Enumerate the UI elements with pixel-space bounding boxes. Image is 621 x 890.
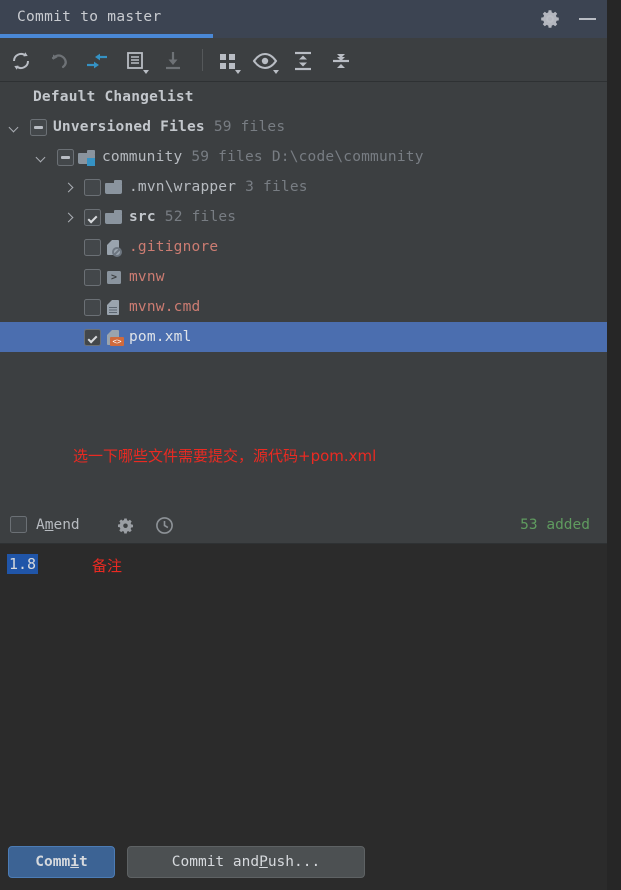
tree-twisty-expanded[interactable]	[8, 121, 21, 134]
tree-node-gitignore[interactable]: .gitignore	[0, 232, 607, 262]
tree-row-label: pom.xml	[129, 329, 192, 345]
chevron-down-icon	[143, 70, 149, 74]
xml-file-icon: <>	[105, 329, 124, 346]
tree-row-checkbox[interactable]	[84, 238, 101, 256]
amend-bar: Amend 53 added	[0, 506, 607, 544]
chevron-down-icon	[235, 70, 241, 74]
collapse-all-icon	[333, 54, 349, 68]
commit-dialog: Commit to master Default Changelist Unve…	[0, 0, 621, 890]
window-right-gutter	[607, 0, 621, 890]
tree-rows-container: Unversioned Files 59 files community 59 fil…	[0, 112, 607, 352]
refresh-icon	[12, 52, 30, 70]
changelist-label: Default Changelist	[33, 89, 194, 105]
tree-twisty-collapsed[interactable]	[62, 181, 75, 194]
message-annotation-text: 备注	[92, 557, 123, 575]
tree-row-file-count: 3 files	[245, 179, 308, 195]
dialog-titlebar: Commit to master	[0, 0, 607, 38]
added-files-count: 53 added	[520, 517, 590, 533]
tree-row-label: mvnw	[129, 269, 165, 285]
tree-row-label: community	[102, 149, 183, 165]
tree-row-checkbox[interactable]	[57, 148, 74, 166]
file-ignored-icon	[105, 239, 123, 257]
tree-node-mvn-wrapper[interactable]: .mvn\wrapper 3 files	[0, 172, 607, 202]
gear-icon	[117, 518, 134, 534]
preview-diff-button[interactable]	[250, 46, 280, 76]
expand-all-button[interactable]	[288, 46, 318, 76]
tree-row-label: .gitignore	[129, 239, 219, 255]
diff-arrows-icon	[87, 53, 107, 69]
commit-message-button[interactable]	[120, 46, 150, 76]
tree-row-checkbox[interactable]	[84, 268, 101, 286]
tree-row-label: .mvn\wrapper	[129, 179, 237, 195]
message-history-button[interactable]	[155, 516, 174, 535]
tree-row-label: src	[129, 209, 156, 225]
download-icon	[166, 52, 180, 70]
tree-node-mvnw-cmd[interactable]: mvnw.cmd	[0, 292, 607, 322]
dialog-title: Commit to master	[17, 9, 162, 25]
tree-row-checkbox[interactable]	[84, 328, 101, 346]
tree-row-checkbox[interactable]	[84, 178, 101, 196]
rollback-button[interactable]	[44, 46, 74, 76]
collapse-all-button[interactable]	[326, 46, 356, 76]
tree-row-label: Unversioned Files	[53, 119, 205, 135]
chevron-down-icon	[273, 70, 279, 74]
tree-node-src[interactable]: src 52 files	[0, 202, 607, 232]
update-button[interactable]	[158, 46, 188, 76]
commit-options-gear-button[interactable]	[116, 517, 135, 535]
vcs-toolbar	[0, 38, 607, 82]
dialog-button-bar: Comm i t Commit and Push...	[0, 834, 621, 890]
tree-row-file-count: 52 files	[164, 209, 237, 225]
folder-icon	[105, 179, 123, 196]
tree-row-path: D:\code\community	[271, 149, 424, 165]
commit-and-push-button[interactable]: Commit and Push...	[127, 846, 365, 878]
clock-history-icon	[156, 517, 173, 534]
minimize-button[interactable]	[576, 8, 600, 30]
shell-script-icon: >	[105, 269, 123, 286]
settings-gear-button[interactable]	[539, 8, 561, 30]
undo-arrow-icon	[51, 54, 67, 69]
tree-node-mvnw[interactable]: > mvnw	[0, 262, 607, 292]
expand-all-icon	[295, 51, 311, 71]
toolbar-separator	[202, 49, 203, 71]
tree-node-pom-xml[interactable]: <> pom.xml	[0, 322, 607, 352]
minimize-icon	[579, 18, 596, 20]
tree-twisty-collapsed[interactable]	[62, 211, 75, 224]
amend-label[interactable]: Amend	[36, 517, 80, 533]
group-by-button[interactable]	[212, 46, 242, 76]
tree-twisty-expanded[interactable]	[35, 151, 48, 164]
tree-row-checkbox[interactable]	[30, 118, 47, 136]
tree-row-checkbox[interactable]	[84, 298, 101, 316]
refresh-button[interactable]	[6, 46, 36, 76]
commit-button[interactable]: Comm i t	[8, 846, 115, 878]
tree-row-file-count: 59 files	[191, 149, 263, 165]
amend-checkbox[interactable]	[10, 516, 27, 533]
show-diff-button[interactable]	[82, 46, 112, 76]
changelist-header[interactable]: Default Changelist	[0, 82, 607, 112]
gear-icon	[541, 10, 559, 28]
tree-row-file-count: 59 files	[213, 119, 286, 135]
changes-tree-panel[interactable]: Default Changelist Unversioned Files 59 f…	[0, 82, 607, 506]
commit-message-value[interactable]: 1.8	[7, 554, 39, 574]
folder-module-icon	[78, 149, 96, 166]
tree-node-unversioned-files[interactable]: Unversioned Files 59 files	[0, 112, 607, 142]
tree-row-checkbox[interactable]	[84, 208, 101, 226]
tree-annotation-text: 选一下哪些文件需要提交，源代码+pom.xml	[73, 447, 377, 465]
folder-icon	[105, 209, 123, 226]
tree-row-label: mvnw.cmd	[129, 299, 201, 315]
text-file-icon	[105, 299, 123, 316]
tree-node-community[interactable]: community 59 files D:\code\community	[0, 142, 607, 172]
commit-message-editor[interactable]: 1.8 备注	[0, 544, 607, 834]
